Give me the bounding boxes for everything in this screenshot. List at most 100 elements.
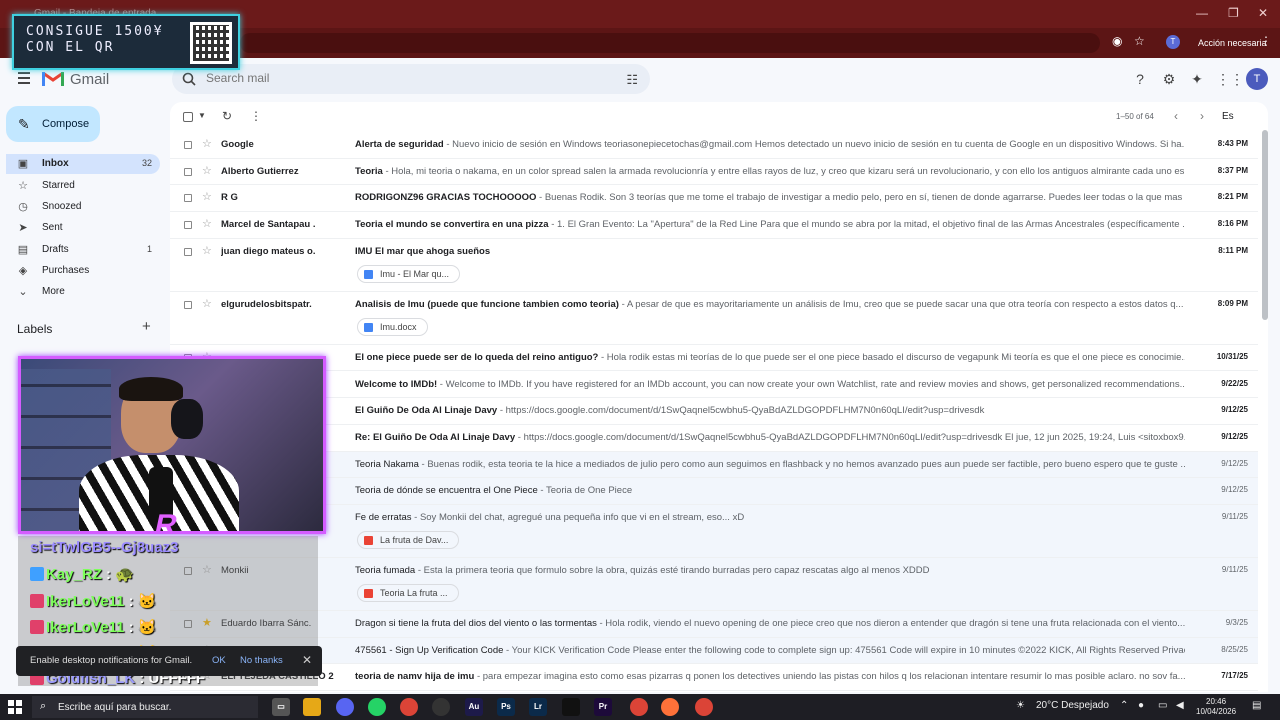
input-language-toggle[interactable]: Es bbox=[1222, 111, 1234, 122]
attachment-chip[interactable]: Imu - El Mar qu... bbox=[357, 264, 461, 283]
lightroom-icon[interactable]: Lr bbox=[529, 698, 547, 716]
next-page-icon[interactable]: › bbox=[1200, 109, 1204, 123]
address-field[interactable] bbox=[240, 33, 1100, 53]
star-icon[interactable]: ☆ bbox=[202, 164, 212, 177]
chrome-active-icon[interactable] bbox=[630, 698, 648, 716]
row-checkbox[interactable] bbox=[184, 167, 192, 176]
close-window-icon[interactable]: ✕ bbox=[1258, 6, 1268, 20]
search-input[interactable] bbox=[206, 71, 606, 85]
firefox-icon[interactable] bbox=[661, 698, 679, 716]
email-row[interactable]: ☆ Monkii Teoria fumada - Esta la primera t… bbox=[170, 558, 1258, 611]
discord-icon[interactable] bbox=[336, 698, 354, 716]
capcut-icon[interactable] bbox=[562, 698, 580, 716]
add-label-icon[interactable]: + bbox=[142, 318, 151, 335]
obs-icon[interactable] bbox=[432, 698, 450, 716]
browser-menu-icon[interactable]: ⋮ bbox=[1260, 34, 1272, 48]
main-menu-icon[interactable] bbox=[18, 72, 30, 84]
email-row[interactable]: ☆El one piece puede ser de lo queda del … bbox=[170, 345, 1258, 372]
toast-no-thanks-button[interactable]: No thanks bbox=[240, 655, 283, 666]
eye-icon[interactable]: ◉ bbox=[1112, 34, 1122, 48]
chat-message: Kay_RZ : 🐢 bbox=[30, 565, 134, 583]
chrome-profile-icon[interactable] bbox=[695, 698, 713, 716]
list-scrollbar[interactable] bbox=[1262, 130, 1268, 320]
gemini-sparkle-icon[interactable]: ✦ bbox=[1188, 71, 1206, 89]
email-row[interactable]: ☆Teoria de dónde se encuentra el One Pie… bbox=[170, 478, 1258, 505]
attachment-chip[interactable]: Teoria La fruta ... bbox=[357, 584, 459, 602]
task-view-icon[interactable]: ▭ bbox=[272, 698, 290, 716]
compose-button[interactable]: ✎ Compose bbox=[6, 106, 100, 142]
sidebar-item-starred[interactable]: ☆ Starred bbox=[6, 176, 160, 196]
toast-close-icon[interactable]: ✕ bbox=[302, 653, 312, 667]
row-checkbox[interactable] bbox=[184, 221, 192, 230]
star-icon[interactable]: ☆ bbox=[202, 217, 212, 230]
chat-text: : 🐱 bbox=[124, 593, 157, 610]
notifications-icon[interactable]: ▤ bbox=[1252, 700, 1261, 711]
email-list-panel: ▼ ↻ ⋮ 1–50 of 64 ‹ › Es ☆ Google Alerta de… bbox=[170, 102, 1268, 692]
premiere-icon[interactable]: Pr bbox=[594, 698, 612, 716]
microphone-icon[interactable]: ● bbox=[1138, 700, 1144, 711]
search-icon[interactable] bbox=[182, 72, 196, 86]
weather-icon[interactable]: ☀ bbox=[1016, 700, 1025, 711]
email-sender: R G bbox=[221, 192, 238, 204]
email-row[interactable]: ☆Re: El Guiño De Oda Al Linaje Davy - ht… bbox=[170, 425, 1258, 452]
attachment-chip[interactable]: Imu.docx bbox=[357, 317, 428, 336]
refresh-icon[interactable]: ↻ bbox=[222, 109, 232, 123]
taskbar-search[interactable]: ⌕ Escribe aquí para buscar. bbox=[32, 696, 258, 718]
settings-gear-icon[interactable]: ⚙ bbox=[1160, 71, 1178, 89]
sidebar-item-purchases[interactable]: ◈ Purchases bbox=[6, 261, 160, 281]
minimize-icon[interactable]: — bbox=[1196, 6, 1208, 20]
email-row[interactable]: ☆ Alberto Gutierrez Teoria - Hola, mi teor… bbox=[170, 159, 1258, 186]
row-checkbox[interactable] bbox=[184, 194, 192, 203]
pencil-icon: ✎ bbox=[18, 116, 30, 132]
email-row[interactable]: ★ Eduardo Ibarra Sánc. Dragon si tiene la … bbox=[170, 611, 1258, 638]
taskbar-clock[interactable]: 20:46 10/04/2026 bbox=[1196, 697, 1236, 717]
row-checkbox[interactable] bbox=[184, 300, 192, 309]
star-icon[interactable]: ☆ bbox=[202, 297, 212, 310]
email-row[interactable]: ☆Teoria Nakama - Buenas rodik, esta teor… bbox=[170, 451, 1258, 479]
email-row[interactable]: ☆ Marcel de Santapau . Teoria el mundo se … bbox=[170, 212, 1258, 239]
select-all-checkbox[interactable] bbox=[183, 112, 193, 122]
star-icon[interactable]: ☆ bbox=[202, 137, 212, 150]
email-row[interactable]: ☆ R G RODRIGONZ96 GRACIAS TOCHOOOOO - Buen… bbox=[170, 185, 1258, 213]
more-actions-icon[interactable]: ⋮ bbox=[250, 109, 262, 123]
email-row[interactable]: ☆ Google Alerta de seguridad - Nuevo inici… bbox=[170, 132, 1258, 159]
previous-page-icon[interactable]: ‹ bbox=[1174, 109, 1178, 123]
attachment-chip[interactable]: La fruta de Dav... bbox=[357, 531, 460, 549]
sidebar-item-snoozed[interactable]: ◷ Snoozed bbox=[6, 197, 160, 217]
help-icon[interactable]: ? bbox=[1131, 71, 1149, 89]
file-explorer-icon[interactable] bbox=[303, 698, 321, 716]
sidebar-item-more[interactable]: ⌄ More bbox=[6, 282, 160, 302]
volume-icon[interactable]: ◀ bbox=[1176, 700, 1184, 711]
email-row[interactable]: ☆475561 - Sign Up Verification Code - Yo… bbox=[170, 637, 1258, 665]
apps-grid-icon[interactable]: ⋮⋮ bbox=[1216, 71, 1244, 89]
audition-icon[interactable]: Au bbox=[465, 698, 483, 716]
email-row[interactable]: ☆El Guiño De Oda Al Linaje Davy - https:… bbox=[170, 398, 1258, 425]
select-caret-icon[interactable]: ▼ bbox=[198, 111, 206, 120]
toast-ok-button[interactable]: OK bbox=[212, 655, 226, 666]
search-bar[interactable]: ☷ bbox=[172, 64, 650, 94]
row-checkbox[interactable] bbox=[184, 247, 192, 256]
sidebar-item-sent[interactable]: ➤ Sent bbox=[6, 218, 160, 238]
sidebar-item-drafts[interactable]: ▤ Drafts 1 bbox=[6, 240, 160, 260]
account-avatar[interactable]: T bbox=[1246, 68, 1268, 90]
star-icon[interactable]: ☆ bbox=[202, 190, 212, 203]
row-checkbox[interactable] bbox=[184, 141, 192, 149]
email-row[interactable]: ☆ juan diego mateus o. IMU El mar que ahog… bbox=[170, 239, 1258, 292]
email-row[interactable]: ☆Fe de erratas - Soy Monkii del chat, ag… bbox=[170, 505, 1258, 558]
network-icon[interactable]: ▭ bbox=[1158, 700, 1167, 711]
search-options-icon[interactable]: ☷ bbox=[626, 72, 638, 88]
sidebar-item-inbox[interactable]: ▣ Inbox 32 bbox=[6, 154, 160, 174]
email-row[interactable]: ☆ ELI TEJEDA CASTILLO 2 teoria de namv hij… bbox=[170, 664, 1258, 692]
tray-chevron-icon[interactable]: ⌃ bbox=[1120, 700, 1128, 711]
chrome-icon[interactable] bbox=[400, 698, 418, 716]
windows-start-icon[interactable] bbox=[8, 700, 22, 714]
photoshop-icon[interactable]: Ps bbox=[497, 698, 515, 716]
bookmark-star-icon[interactable]: ☆ bbox=[1134, 34, 1145, 48]
weather-text[interactable]: 20°C Despejado bbox=[1036, 700, 1109, 711]
browser-profile-avatar[interactable]: T bbox=[1166, 35, 1180, 49]
whatsapp-icon[interactable] bbox=[368, 698, 386, 716]
email-row[interactable]: ☆Welcome to IMDb! - Welcome to IMDb. If … bbox=[170, 372, 1258, 399]
email-row[interactable]: ☆ elgurudelosbitspatr. Analisis de Imu (pu… bbox=[170, 292, 1258, 345]
maximize-icon[interactable]: ❐ bbox=[1228, 6, 1239, 20]
star-icon[interactable]: ☆ bbox=[202, 244, 212, 257]
